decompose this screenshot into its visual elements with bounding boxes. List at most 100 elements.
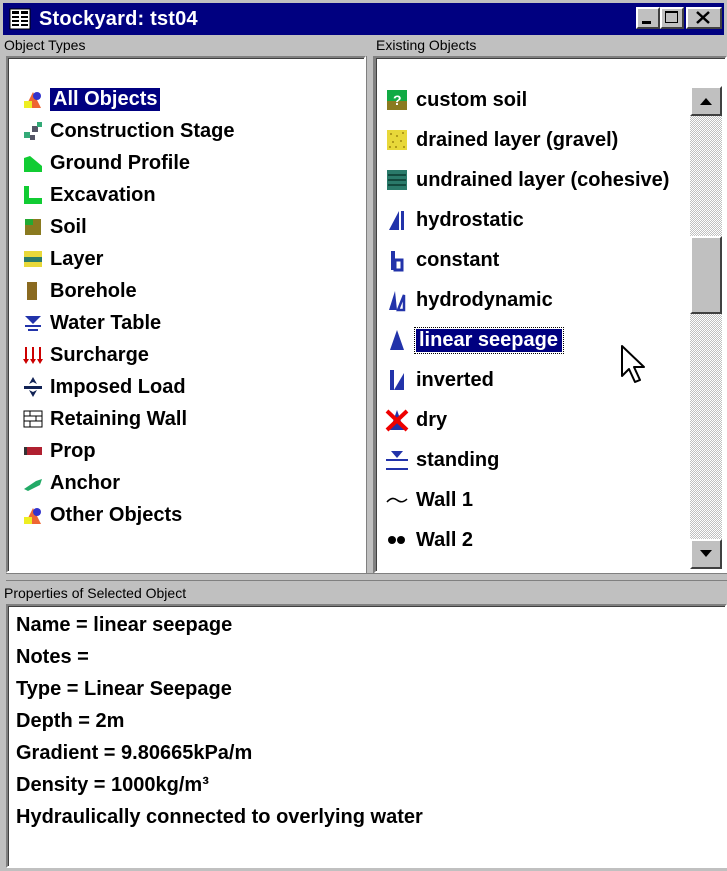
- constant-icon: [384, 247, 410, 273]
- properties-panel: Name = linear seepage Notes = Type = Linea…: [6, 604, 727, 868]
- existing-object-constant[interactable]: constant: [378, 240, 499, 280]
- object-type-label: Ground Profile: [50, 151, 190, 174]
- object-type-label: Layer: [50, 247, 104, 270]
- construction-stage-icon: [22, 120, 44, 142]
- object-type-label: Soil: [50, 215, 87, 238]
- existing-objects-list[interactable]: ? custom soil drained layer (gravel) undrai…: [374, 56, 727, 573]
- hydrostatic-icon: [384, 207, 410, 233]
- object-type-construction-stage[interactable]: Construction Stage: [22, 116, 234, 146]
- existing-object-standing[interactable]: standing: [378, 440, 499, 480]
- hydrodynamic-icon: [384, 287, 410, 313]
- app-icon: [9, 8, 31, 30]
- soil-icon: [22, 216, 44, 238]
- object-type-ground-profile[interactable]: Ground Profile: [22, 148, 190, 178]
- existing-object-linear-seepage[interactable]: linear seepage: [378, 320, 564, 360]
- dry-icon: [384, 407, 410, 433]
- close-icon: [696, 11, 710, 24]
- existing-object-hydrostatic[interactable]: hydrostatic: [378, 200, 524, 240]
- imposed-load-icon: [22, 376, 44, 398]
- window-title: Stockyard: tst04: [39, 7, 198, 30]
- existing-object-label: linear seepage: [414, 326, 564, 354]
- property-line: Gradient = 9.80665kPa/m: [16, 742, 253, 764]
- properties-label: Properties of Selected Object: [4, 585, 187, 601]
- object-type-label: Prop: [50, 439, 96, 462]
- property-line: Hydraulically connected to overlying wat…: [16, 806, 423, 828]
- object-type-water-table[interactable]: Water Table: [22, 308, 161, 338]
- ground-profile-icon: [22, 152, 44, 174]
- standing-icon: [384, 447, 410, 473]
- custom-soil-icon: ?: [384, 87, 410, 113]
- borehole-icon: [22, 280, 44, 302]
- arrow-down-icon: [700, 550, 712, 557]
- object-type-imposed-load[interactable]: Imposed Load: [22, 372, 186, 402]
- object-type-label: Anchor: [50, 471, 120, 494]
- existing-object-label: drained layer (gravel): [416, 128, 619, 151]
- drained-layer-icon: [384, 127, 410, 153]
- object-type-label: All Objects: [50, 87, 161, 111]
- object-type-surcharge[interactable]: Surcharge: [22, 340, 149, 370]
- other-objects-icon: [22, 504, 44, 526]
- scroll-thumb[interactable]: [690, 236, 722, 314]
- object-types-list[interactable]: All Objects Construction Stage Ground Prof…: [6, 56, 366, 573]
- object-type-prop[interactable]: Prop: [22, 436, 96, 466]
- object-type-label: Excavation: [50, 183, 156, 206]
- wall-1-icon: [384, 487, 410, 513]
- close-button[interactable]: [686, 7, 722, 29]
- existing-object-hydrodynamic[interactable]: hydrodynamic: [378, 280, 553, 320]
- object-type-label: Surcharge: [50, 343, 149, 366]
- object-type-excavation[interactable]: Excavation: [22, 180, 156, 210]
- stockyard-window: Stockyard: tst04 Object Types All Object…: [0, 0, 727, 871]
- object-type-anchor[interactable]: Anchor: [22, 468, 120, 498]
- object-type-other-objects[interactable]: Other Objects: [22, 500, 182, 530]
- surcharge-icon: [22, 344, 44, 366]
- maximize-icon: [665, 11, 678, 23]
- existing-object-label: hydrodynamic: [416, 288, 553, 311]
- object-type-layer[interactable]: Layer: [22, 244, 103, 274]
- object-type-label: Borehole: [50, 279, 137, 302]
- prop-icon: [22, 440, 44, 462]
- existing-object-drained-layer-gravel[interactable]: drained layer (gravel): [378, 120, 618, 160]
- vertical-splitter[interactable]: [366, 56, 374, 573]
- existing-object-label: custom soil: [416, 88, 528, 111]
- layer-icon: [22, 248, 44, 270]
- scroll-up-button[interactable]: [690, 86, 722, 116]
- water-table-icon: [22, 312, 44, 334]
- minimize-button[interactable]: [636, 7, 660, 29]
- existing-object-label: standing: [416, 448, 500, 471]
- object-type-all-objects[interactable]: All Objects: [22, 84, 161, 114]
- object-type-label: Imposed Load: [50, 375, 186, 398]
- existing-object-label: Wall 1: [416, 488, 474, 511]
- existing-object-dry[interactable]: dry: [378, 400, 447, 440]
- existing-object-inverted[interactable]: inverted: [378, 360, 494, 400]
- horizontal-splitter[interactable]: [6, 573, 727, 581]
- object-type-borehole[interactable]: Borehole: [22, 276, 137, 306]
- object-types-label: Object Types: [4, 37, 86, 53]
- wall-2-icon: [384, 527, 410, 553]
- maximize-button[interactable]: [660, 7, 684, 29]
- minimize-icon: [642, 21, 651, 24]
- existing-object-wall-2[interactable]: Wall 2: [378, 520, 473, 560]
- existing-objects-label: Existing Objects: [376, 37, 477, 53]
- object-type-label: Retaining Wall: [50, 407, 188, 430]
- undrained-layer-icon: [384, 167, 410, 193]
- mouse-cursor-icon: [621, 345, 645, 383]
- object-type-soil[interactable]: Soil: [22, 212, 87, 242]
- existing-object-label: hydrostatic: [416, 208, 524, 231]
- retaining-wall-icon: [22, 408, 44, 430]
- object-type-label: Other Objects: [50, 503, 183, 526]
- object-type-retaining-wall[interactable]: Retaining Wall: [22, 404, 187, 434]
- property-line: Name = linear seepage: [16, 614, 233, 636]
- title-bar[interactable]: Stockyard: tst04: [3, 3, 724, 35]
- inverted-icon: [384, 367, 410, 393]
- excavation-icon: [22, 184, 44, 206]
- existing-object-label: constant: [416, 248, 500, 271]
- all-objects-icon: [22, 88, 44, 110]
- scroll-down-button[interactable]: [690, 539, 722, 569]
- existing-object-undrained-layer-cohesive[interactable]: undrained layer (cohesive): [378, 160, 669, 200]
- existing-object-wall-1[interactable]: Wall 1: [378, 480, 473, 520]
- existing-object-custom-soil[interactable]: ? custom soil: [378, 84, 527, 120]
- existing-object-label: undrained layer (cohesive): [416, 168, 670, 191]
- svg-text:?: ?: [393, 92, 402, 108]
- objects-scrollbar[interactable]: [690, 86, 722, 569]
- existing-object-label: dry: [416, 408, 448, 431]
